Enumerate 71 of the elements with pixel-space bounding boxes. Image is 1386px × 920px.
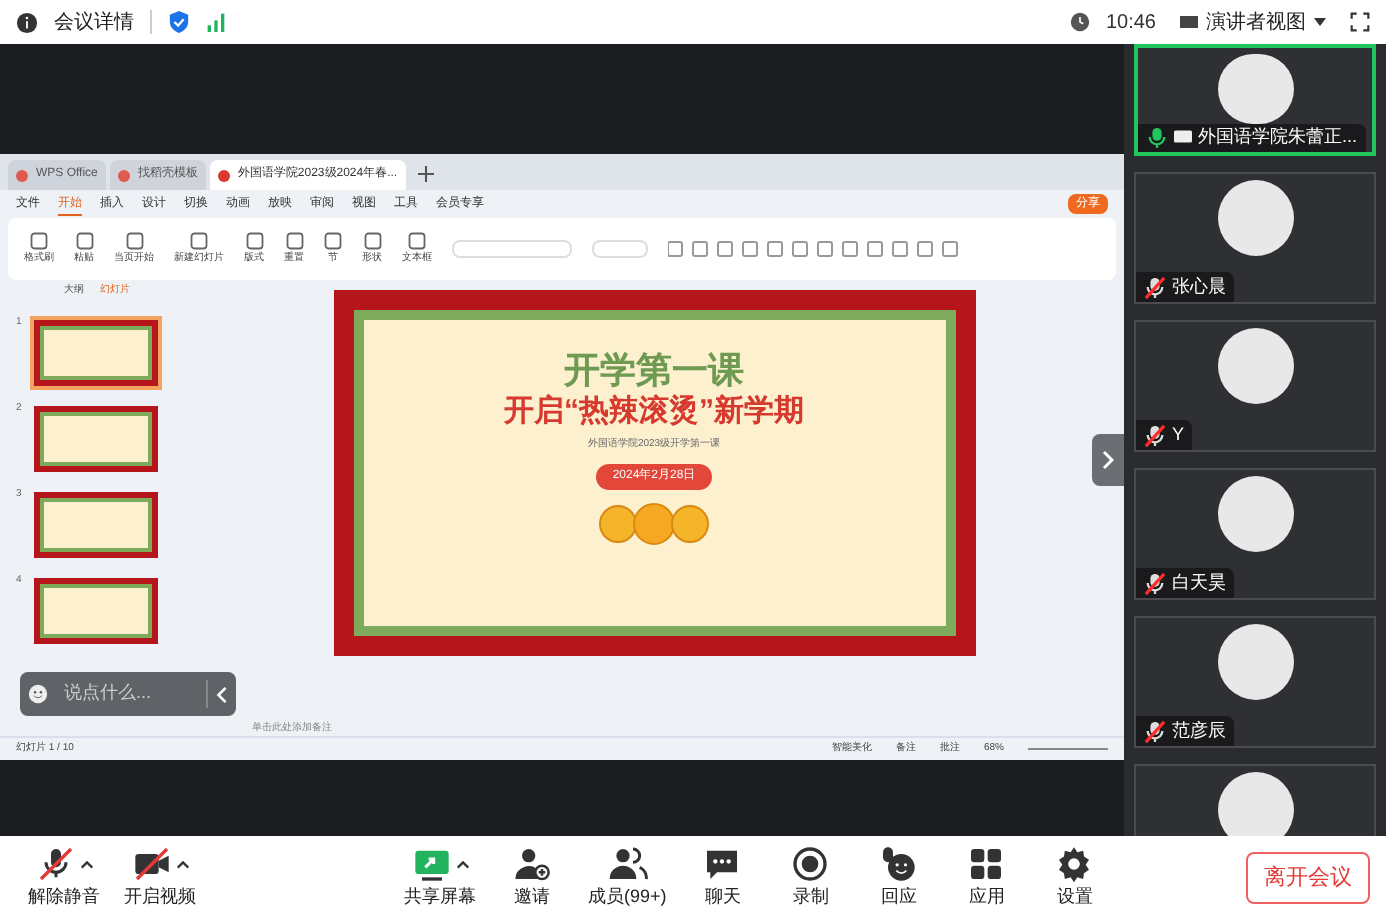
toolbar-button[interactable]: 聊天 (678, 844, 767, 912)
tool-icon[interactable] (245, 231, 263, 250)
avatar (1217, 476, 1293, 552)
toolbar-button[interactable]: 应用 (942, 844, 1031, 912)
meeting-info-link[interactable]: 会议详情 (54, 7, 134, 37)
slide-thumbnail[interactable] (30, 488, 162, 562)
participant-tile[interactable]: Y (1134, 320, 1376, 452)
info-icon (16, 11, 38, 33)
shield-icon (168, 10, 190, 34)
participant-tile[interactable]: 张心晨 (1134, 172, 1376, 304)
avatar (1217, 624, 1293, 700)
tool-icon[interactable] (408, 231, 426, 250)
monitor-icon (1180, 14, 1198, 30)
caret-icon (1314, 18, 1326, 26)
tool-icon[interactable] (125, 231, 143, 250)
tool-icon[interactable] (190, 231, 208, 250)
people-icon (607, 844, 648, 885)
tool-icon[interactable] (324, 231, 342, 250)
caret-icon[interactable] (79, 859, 93, 870)
record-icon (790, 844, 831, 885)
participant-name: 外国语学院朱蕾正... (1198, 124, 1358, 151)
caret-icon[interactable] (455, 859, 469, 870)
settings-icon (1054, 844, 1095, 885)
add-person-icon (512, 844, 552, 885)
chat-input-bar[interactable]: 说点什么... (20, 672, 236, 716)
clock-icon (1069, 12, 1090, 32)
avatar (1217, 772, 1293, 836)
signal-icon (206, 12, 226, 32)
toolbar-button[interactable]: 共享屏幕 (392, 844, 488, 912)
slide-thumbnail[interactable] (30, 316, 162, 390)
fullscreen-icon[interactable] (1350, 12, 1370, 32)
tool-icon[interactable] (75, 231, 93, 250)
slide-thumbnail[interactable] (30, 574, 162, 648)
slide-thumbnail[interactable] (30, 402, 162, 476)
toolbar-button[interactable]: 设置 (1030, 844, 1119, 912)
avatar (1217, 328, 1293, 404)
caret-icon[interactable] (175, 859, 189, 870)
participant-tile[interactable]: 外国语学院朱蕾正... (1134, 44, 1376, 156)
participant-name: Y (1172, 421, 1185, 448)
tool-icon[interactable] (30, 231, 48, 250)
slide-title: 开学第一课 (564, 348, 744, 392)
slide-subtitle: 开启“热辣滚烫”新学期 (504, 392, 804, 432)
toolbar-button[interactable]: 邀请 (488, 844, 576, 912)
leave-meeting-button[interactable]: 离开会议 (1246, 852, 1370, 904)
toolbar-button[interactable]: 成员(99+) (576, 844, 679, 912)
toolbar-button[interactable]: 录制 (766, 844, 855, 912)
apps-grid-icon (966, 844, 1007, 885)
toolbar-button[interactable]: 开启视频 (112, 844, 208, 912)
hand-emoji-icon (878, 844, 919, 885)
coins-drawing (594, 501, 714, 545)
font-field[interactable] (452, 240, 572, 258)
participant-tile[interactable]: 范彦辰 (1134, 616, 1376, 748)
font-size-field[interactable] (592, 240, 648, 258)
tool-icon[interactable] (285, 231, 303, 250)
new-tab-icon[interactable] (417, 166, 434, 182)
participant-name: 范彦辰 (1172, 717, 1226, 744)
participant-name: 张心晨 (1172, 273, 1226, 300)
smiley-icon[interactable] (28, 684, 48, 704)
toolbar-button[interactable]: 回应 (854, 844, 943, 912)
chat-placeholder: 说点什么... (62, 680, 154, 707)
avatar (1217, 54, 1293, 125)
avatar (1217, 180, 1293, 256)
tool-icon[interactable] (363, 231, 381, 250)
next-page-button[interactable] (1092, 434, 1124, 486)
toolbar-button[interactable]: 解除静音 (16, 844, 112, 912)
chevron-right-icon (1102, 450, 1114, 470)
collapse-icon[interactable] (216, 685, 228, 703)
time-text: 10:46 (1105, 9, 1156, 37)
participant-name: 白天昊 (1172, 569, 1226, 596)
view-mode-dropdown[interactable]: 演讲者视图 (1172, 7, 1334, 37)
participant-tile[interactable]: 白天昊 (1134, 468, 1376, 600)
